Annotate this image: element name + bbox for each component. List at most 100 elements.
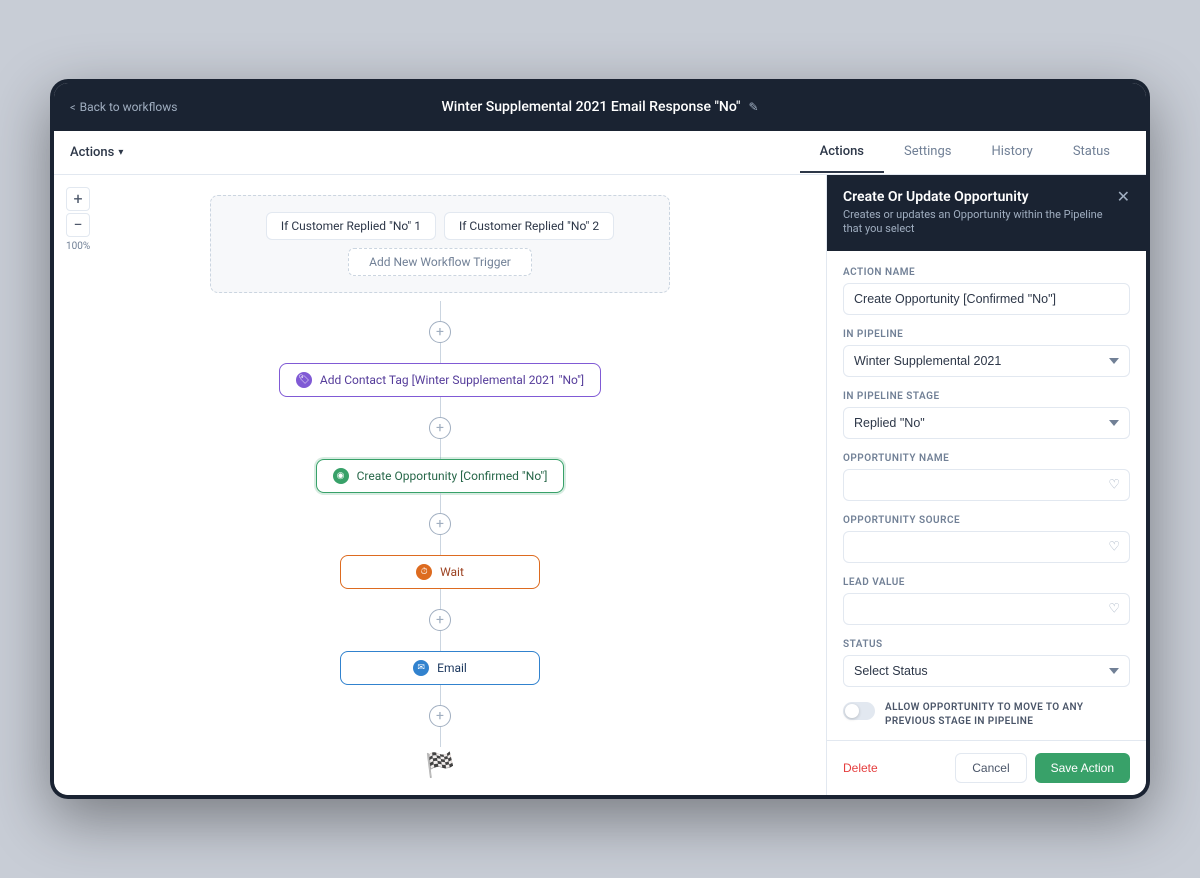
wait-icon: ⏱ xyxy=(416,564,432,580)
connector-line xyxy=(440,631,441,651)
main-content: + − 100% If Customer Replied "No" 1 If C… xyxy=(54,175,1146,795)
footer-buttons: Cancel Save Action xyxy=(955,753,1130,783)
opportunity-source-input[interactable] xyxy=(843,531,1130,563)
in-pipeline-stage-field-group: IN PIPELINE STAGE Replied "No" xyxy=(843,391,1130,439)
lead-value-field-group: LEAD VALUE ♡ xyxy=(843,577,1130,625)
opportunity-source-field-group: OPPORTUNITY SOURCE ♡ xyxy=(843,515,1130,563)
wait-node-label: Wait xyxy=(440,565,464,579)
right-panel: Create Or Update Opportunity Creates or … xyxy=(826,175,1146,795)
allow-move-toggle[interactable] xyxy=(843,702,875,720)
device-frame: Back to workflows Winter Supplemental 20… xyxy=(50,79,1150,799)
zoom-out-button[interactable]: − xyxy=(66,213,90,237)
opportunity-name-input[interactable] xyxy=(843,469,1130,501)
lead-value-icon: ♡ xyxy=(1108,601,1120,616)
allow-move-label: ALLOW OPPORTUNITY TO MOVE TO ANY PREVIOU… xyxy=(885,701,1130,729)
delete-button[interactable]: Delete xyxy=(843,761,878,775)
add-node-button-2[interactable]: + xyxy=(429,417,451,439)
close-panel-button[interactable]: ✕ xyxy=(1117,187,1130,206)
in-pipeline-select[interactable]: Winter Supplemental 2021 xyxy=(843,345,1130,377)
tab-settings[interactable]: Settings xyxy=(884,132,971,173)
opportunity-source-icon: ♡ xyxy=(1108,539,1120,554)
tabs: Actions Settings History Status xyxy=(800,132,1130,173)
panel-header: Create Or Update Opportunity Creates or … xyxy=(827,175,1146,251)
allow-move-toggle-row: ALLOW OPPORTUNITY TO MOVE TO ANY PREVIOU… xyxy=(843,701,1130,729)
connector-line xyxy=(440,343,441,363)
connector-1: + xyxy=(429,301,451,363)
tab-actions[interactable]: Actions xyxy=(800,132,884,173)
edit-title-icon[interactable]: ✎ xyxy=(748,100,758,114)
opportunity-node-label: Create Opportunity [Confirmed "No"] xyxy=(357,469,548,483)
tab-history[interactable]: History xyxy=(971,132,1052,173)
connector-line xyxy=(440,439,441,459)
wait-action-node[interactable]: ⏱ Wait xyxy=(340,555,540,589)
status-label: STATUS xyxy=(843,639,1130,650)
tag-icon: 🏷 xyxy=(296,372,312,388)
cancel-button[interactable]: Cancel xyxy=(955,753,1026,783)
workflow-area: If Customer Replied "No" 1 If Customer R… xyxy=(54,175,826,795)
trigger-chip-2[interactable]: If Customer Replied "No" 2 xyxy=(444,212,614,240)
panel-footer: Delete Cancel Save Action xyxy=(827,740,1146,795)
tag-node-label: Add Contact Tag [Winter Supplemental 202… xyxy=(320,373,584,387)
add-node-button-1[interactable]: + xyxy=(429,321,451,343)
connector-line xyxy=(440,397,441,417)
opportunity-source-input-wrapper: ♡ xyxy=(843,531,1130,563)
add-trigger-button[interactable]: Add New Workflow Trigger xyxy=(348,248,532,276)
in-pipeline-stage-label: IN PIPELINE STAGE xyxy=(843,391,1130,402)
header-title: Winter Supplemental 2021 Email Response … xyxy=(441,99,758,115)
add-node-button-3[interactable]: + xyxy=(429,513,451,535)
finish-flag: 🏁 xyxy=(425,751,455,779)
tab-status[interactable]: Status xyxy=(1053,132,1130,173)
opportunity-action-node[interactable]: ◉ Create Opportunity [Confirmed "No"] xyxy=(316,459,565,493)
zoom-level: 100% xyxy=(66,241,90,252)
panel-header-text: Create Or Update Opportunity Creates or … xyxy=(843,189,1117,237)
panel-subtitle: Creates or updates an Opportunity within… xyxy=(843,208,1117,237)
back-link[interactable]: Back to workflows xyxy=(70,100,177,114)
connector-5: + xyxy=(429,685,451,747)
trigger-chip-1[interactable]: If Customer Replied "No" 1 xyxy=(266,212,436,240)
opportunity-name-label: OPPORTUNITY NAME xyxy=(843,453,1130,464)
trigger-block: If Customer Replied "No" 1 If Customer R… xyxy=(210,195,670,293)
opportunity-source-label: OPPORTUNITY SOURCE xyxy=(843,515,1130,526)
tag-action-node[interactable]: 🏷 Add Contact Tag [Winter Supplemental 2… xyxy=(279,363,601,397)
dropdown-arrow-icon: ▾ xyxy=(118,147,123,158)
zoom-controls: + − 100% xyxy=(66,187,90,252)
panel-body: ACTION NAME IN PIPELINE Winter Supplemen… xyxy=(827,251,1146,740)
status-select[interactable]: Select Status xyxy=(843,655,1130,687)
action-name-label: ACTION NAME xyxy=(843,267,1130,278)
connector-3: + xyxy=(429,493,451,555)
connector-4: + xyxy=(429,589,451,651)
connector-line xyxy=(440,589,441,609)
action-name-field-group: ACTION NAME xyxy=(843,267,1130,315)
trigger-row: If Customer Replied "No" 1 If Customer R… xyxy=(266,212,614,240)
zoom-in-button[interactable]: + xyxy=(66,187,90,211)
lead-value-input-wrapper: ♡ xyxy=(843,593,1130,625)
save-action-button[interactable]: Save Action xyxy=(1035,753,1130,783)
email-node-label: Email xyxy=(437,661,467,675)
in-pipeline-field-group: IN PIPELINE Winter Supplemental 2021 xyxy=(843,329,1130,377)
lead-value-input[interactable] xyxy=(843,593,1130,625)
in-pipeline-stage-select[interactable]: Replied "No" xyxy=(843,407,1130,439)
add-node-button-4[interactable]: + xyxy=(429,609,451,631)
action-name-input[interactable] xyxy=(843,283,1130,315)
connector-line xyxy=(440,727,441,747)
in-pipeline-label: IN PIPELINE xyxy=(843,329,1130,340)
add-node-button-5[interactable]: + xyxy=(429,705,451,727)
actions-dropdown[interactable]: Actions ▾ xyxy=(70,145,123,160)
connector-2: + xyxy=(429,397,451,459)
app-header: Back to workflows Winter Supplemental 20… xyxy=(54,83,1146,131)
opportunity-name-icon: ♡ xyxy=(1108,477,1120,492)
connector-line xyxy=(440,493,441,513)
opportunity-name-field-group: OPPORTUNITY NAME ♡ xyxy=(843,453,1130,501)
panel-title: Create Or Update Opportunity xyxy=(843,189,1117,205)
email-icon: ✉ xyxy=(413,660,429,676)
workflow-canvas: + − 100% If Customer Replied "No" 1 If C… xyxy=(54,175,826,795)
email-action-node[interactable]: ✉ Email xyxy=(340,651,540,685)
connector-line xyxy=(440,685,441,705)
opportunity-icon: ◉ xyxy=(333,468,349,484)
workflow-title: Winter Supplemental 2021 Email Response … xyxy=(441,99,740,115)
opportunity-name-input-wrapper: ♡ xyxy=(843,469,1130,501)
lead-value-label: LEAD VALUE xyxy=(843,577,1130,588)
connector-line xyxy=(440,301,441,321)
tab-bar: Actions ▾ Actions Settings History Statu… xyxy=(54,131,1146,175)
status-field-group: STATUS Select Status xyxy=(843,639,1130,687)
